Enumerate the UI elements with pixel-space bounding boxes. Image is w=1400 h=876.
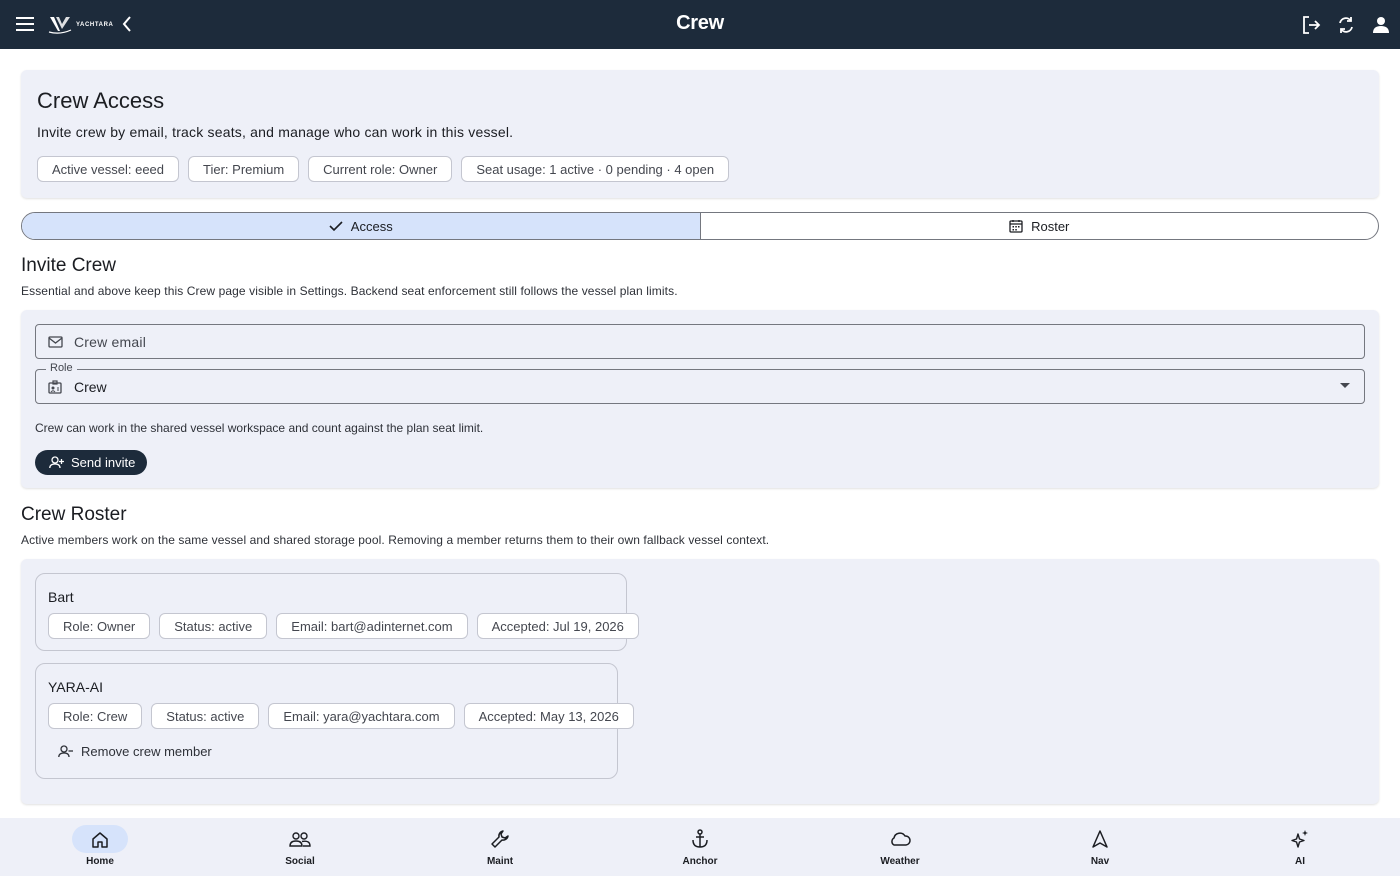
sparkle-icon (1272, 825, 1328, 853)
nav-item-maint[interactable]: Maint (400, 818, 600, 876)
nav-label: Home (86, 856, 114, 867)
member-status-chip: Status: active (151, 703, 260, 729)
bottom-navigation: Home Social Maint Anchor Weather Nav AI (0, 818, 1400, 876)
crew-roster-heading: Crew Roster (21, 504, 127, 525)
crew-roster-subtitle: Active members work on the same vessel a… (21, 533, 770, 547)
nav-item-nav[interactable]: Nav (1000, 818, 1200, 876)
tier-chip: Tier: Premium (188, 156, 300, 182)
anchor-icon (672, 825, 728, 853)
crew-member-card: Bart Role: Owner Status: active Email: b… (35, 573, 639, 651)
member-email-chip: Email: yara@yachtara.com (268, 703, 455, 729)
member-accepted-chip: Accepted: May 13, 2026 (463, 703, 634, 729)
remove-crew-member-label: Remove crew member (81, 744, 212, 759)
access-roster-toggle: Access Roster (21, 212, 1379, 240)
tab-access-label: Access (350, 218, 393, 234)
navigation-icon (1072, 825, 1128, 853)
nav-label: Anchor (682, 856, 718, 867)
cloud-icon (872, 825, 928, 853)
person-add-icon (49, 456, 64, 469)
member-role-chip: Role: Crew (48, 703, 143, 729)
tab-roster-label: Roster (1031, 218, 1070, 234)
calendar-icon (1009, 220, 1023, 233)
home-icon (72, 825, 128, 853)
send-invite-label: Send invite (71, 455, 136, 470)
nav-item-social[interactable]: Social (200, 818, 400, 876)
member-accepted-chip: Accepted: Jul 19, 2026 (476, 613, 639, 639)
member-name: Bart (48, 589, 74, 605)
current-role-chip: Current role: Owner (308, 156, 453, 182)
nav-item-home[interactable]: Home (0, 818, 200, 876)
seat-usage-chip: Seat usage: 1 active · 0 pending · 4 ope… (461, 156, 730, 182)
badge-icon (36, 379, 74, 394)
tab-access[interactable]: Access (22, 213, 701, 239)
sync-icon[interactable] (1334, 12, 1357, 37)
nav-label: AI (1295, 856, 1305, 867)
crew-access-description: Invite crew by email, track seats, and m… (37, 124, 514, 140)
send-invite-button[interactable]: Send invite (35, 450, 148, 475)
active-vessel-chip: Active vessel: eeed (37, 156, 180, 182)
crew-access-title: Crew Access (37, 88, 165, 113)
member-email-chip: Email: bart@adinternet.com (276, 613, 468, 639)
nav-label: Weather (880, 856, 920, 867)
people-icon (272, 825, 328, 853)
nav-item-weather[interactable]: Weather (800, 818, 1000, 876)
member-role-chip: Role: Owner (48, 613, 151, 639)
invite-crew-card: Crew email Role Crew Crew can work in th… (21, 310, 1379, 488)
remove-crew-member-button[interactable]: Remove crew member (58, 744, 212, 759)
crew-email-placeholder: Crew email (74, 333, 147, 350)
invite-crew-heading: Invite Crew (21, 255, 117, 276)
role-select[interactable]: Role Crew (35, 362, 1365, 404)
invite-crew-subtitle: Essential and above keep this Crew page … (21, 284, 678, 298)
nav-label: Social (285, 856, 315, 867)
member-name: YARA-AI (48, 679, 103, 695)
person-remove-icon (58, 745, 73, 758)
crew-access-card: Crew Access Invite crew by email, track … (21, 70, 1379, 198)
account-icon[interactable] (1369, 12, 1392, 37)
role-value: Crew (74, 378, 107, 395)
chevron-down-icon (1340, 383, 1350, 388)
nav-item-anchor[interactable]: Anchor (600, 818, 800, 876)
crew-email-field[interactable]: Crew email (35, 324, 1365, 359)
role-description: Crew can work in the shared vessel works… (35, 421, 484, 435)
role-label: Role (46, 362, 77, 374)
check-icon (329, 221, 343, 232)
tab-roster[interactable]: Roster (701, 213, 1379, 239)
wrench-icon (472, 825, 528, 853)
nav-label: Nav (1090, 856, 1110, 867)
crew-member-card: YARA-AI Role: Crew Status: active Email:… (35, 663, 634, 779)
member-status-chip: Status: active (159, 613, 268, 639)
crew-roster-card: Bart Role: Owner Status: active Email: b… (21, 559, 1379, 804)
nav-item-ai[interactable]: AI (1200, 818, 1400, 876)
nav-label: Maint (486, 856, 514, 867)
top-app-bar: YACHTARA Crew (0, 0, 1400, 49)
page-title: Crew (676, 12, 724, 34)
logout-icon[interactable] (1299, 12, 1322, 37)
mail-icon (36, 335, 74, 348)
